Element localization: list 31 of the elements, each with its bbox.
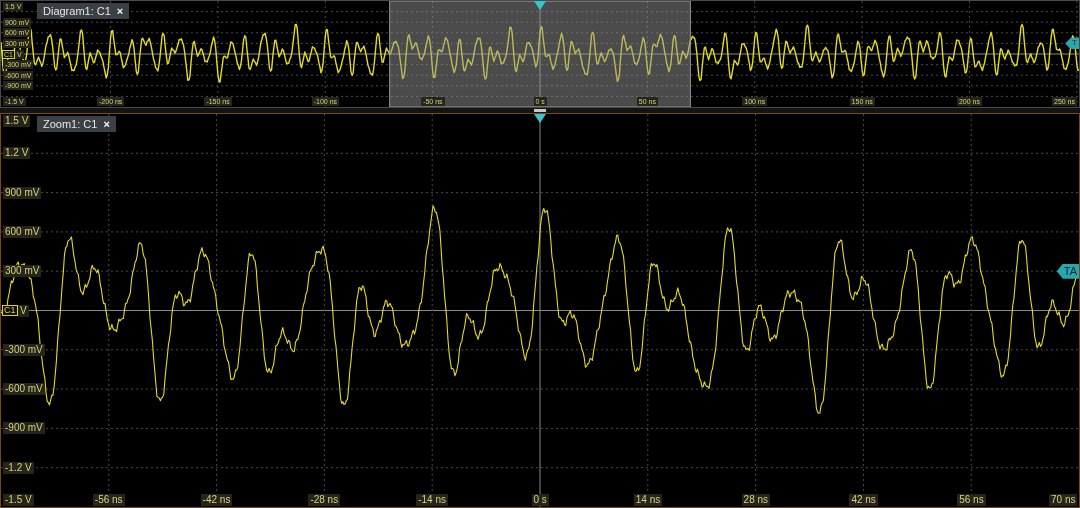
axis-label: 14 ns	[633, 494, 663, 506]
axis-label: -600 mV	[3, 383, 45, 396]
axis-label: 600 mV	[3, 225, 42, 238]
axis-label: -28 ns	[308, 494, 341, 506]
axis-label: -14 ns	[416, 494, 448, 506]
trigger-level-marker[interactable]: TA	[1056, 263, 1079, 279]
axis-label: 28 ns	[741, 494, 771, 506]
splitter-handle[interactable]	[534, 109, 546, 112]
axis-label: 56 ns	[957, 494, 986, 506]
axis-label: 70 ns	[1049, 494, 1078, 506]
diagram-tab[interactable]: Zoom1: C1 ×	[37, 116, 116, 132]
axis-label: 1.2 V	[3, 147, 31, 160]
channel-marker[interactable]: C1	[2, 305, 18, 316]
axis-label: V	[18, 304, 29, 317]
axis-label: 0 s	[531, 494, 549, 506]
close-button[interactable]: ×	[103, 118, 110, 130]
axis-label: -42 ns	[200, 494, 233, 506]
axis-label: 300 mV	[3, 265, 42, 278]
axis-label: -1.2 V	[3, 461, 34, 474]
axis-label: -300 mV	[3, 343, 45, 356]
axis-label: 900 mV	[3, 186, 42, 199]
axis-label: -1.5 V	[3, 494, 34, 506]
axis-label: -56 ns	[92, 494, 125, 506]
trigger-marker-icon[interactable]	[534, 1, 546, 10]
zoom-window-highlight[interactable]	[389, 1, 691, 107]
close-button[interactable]: ×	[116, 5, 124, 17]
axis-label: 1.5 V	[3, 115, 31, 127]
axis-label: -900 mV	[3, 422, 45, 435]
trigger-level-marker[interactable]: T	[1065, 37, 1079, 50]
diagram-tab[interactable]: Diagram1: C1 ×	[37, 3, 130, 19]
axis-label: 42 ns	[849, 494, 878, 506]
